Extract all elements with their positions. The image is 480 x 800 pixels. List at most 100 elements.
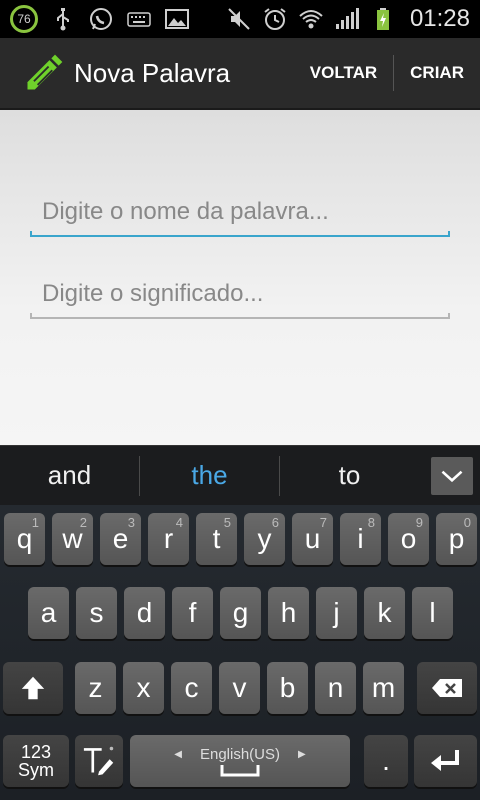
key-label: k <box>377 597 392 628</box>
wifi-icon <box>298 6 324 32</box>
suggestion-item-primary[interactable]: the <box>140 455 279 497</box>
text-tools-key[interactable] <box>75 735 123 787</box>
key-label: s <box>89 597 104 628</box>
key-hint: 6 <box>271 515 279 530</box>
key-label: o <box>400 523 417 554</box>
key-label: f <box>188 597 197 628</box>
key-label: t <box>212 523 221 554</box>
key-label: a <box>40 597 57 628</box>
key-f[interactable]: f <box>172 587 213 639</box>
meaning-underline <box>30 313 450 319</box>
key-q[interactable]: q1 <box>4 513 45 565</box>
key-hint: 8 <box>367 515 375 530</box>
key-label: r <box>163 523 174 554</box>
key-label: i <box>357 523 364 554</box>
enter-key[interactable] <box>414 735 477 787</box>
key-label: v <box>232 672 247 703</box>
key-hint: 7 <box>319 515 327 530</box>
language-label: English(US) <box>199 745 281 763</box>
key-label: h <box>280 597 297 628</box>
key-b[interactable]: b <box>267 662 308 714</box>
key-m[interactable]: m <box>363 662 404 714</box>
mute-icon <box>226 6 252 32</box>
chevron-down-icon <box>441 470 463 482</box>
key-a[interactable]: a <box>28 587 69 639</box>
key-hint: 2 <box>79 515 87 530</box>
key-v[interactable]: v <box>219 662 260 714</box>
text-edit-icon <box>83 746 114 776</box>
key-hint: 5 <box>223 515 231 530</box>
back-button[interactable]: VOLTAR <box>294 37 393 109</box>
clock: 01:28 <box>409 5 470 32</box>
key-label: x <box>136 672 151 703</box>
symbols-key[interactable]: 123 Sym <box>3 735 69 787</box>
status-bar: 76 01:28 <box>0 0 480 38</box>
key-label: l <box>429 597 436 628</box>
key-p[interactable]: p0 <box>436 513 477 565</box>
space-key[interactable]: ◀ English(US) ▶ <box>130 735 350 787</box>
key-z[interactable]: z <box>75 662 116 714</box>
suggestion-item[interactable]: to <box>280 455 419 497</box>
backspace-key[interactable] <box>417 662 477 714</box>
suggestion-bar: and the to <box>0 445 480 505</box>
pencil-icon <box>20 49 68 97</box>
meaning-input[interactable] <box>30 272 450 316</box>
symbols-key-top: 123 <box>20 742 52 762</box>
chevron-left-icon: ◀ <box>174 748 182 760</box>
key-i[interactable]: i8 <box>340 513 381 565</box>
key-label: u <box>304 523 321 554</box>
key-w[interactable]: w2 <box>52 513 93 565</box>
enter-icon <box>430 750 459 771</box>
word-name-field[interactable] <box>30 190 450 237</box>
key-u[interactable]: u7 <box>292 513 333 565</box>
form-area <box>0 110 480 445</box>
symbols-key-bottom: Sym <box>18 760 54 780</box>
key-c[interactable]: c <box>171 662 212 714</box>
key-label: j <box>333 597 340 628</box>
chevron-right-icon: ▶ <box>298 748 306 760</box>
key-hint: 3 <box>127 515 135 530</box>
key-h[interactable]: h <box>268 587 309 639</box>
alarm-icon <box>262 6 288 32</box>
key-x[interactable]: x <box>123 662 164 714</box>
battery-level: 76 <box>17 12 31 26</box>
key-r[interactable]: r4 <box>148 513 189 565</box>
usb-icon <box>50 6 76 32</box>
image-icon <box>164 6 190 32</box>
key-g[interactable]: g <box>220 587 261 639</box>
key-j[interactable]: j <box>316 587 357 639</box>
key-y[interactable]: y6 <box>244 513 285 565</box>
create-button[interactable]: CRIAR <box>394 37 480 109</box>
key-n[interactable]: n <box>315 662 356 714</box>
key-l[interactable]: l <box>412 587 453 639</box>
key-o[interactable]: o9 <box>388 513 429 565</box>
page-title: Nova Palavra <box>74 57 231 88</box>
suggestion-item[interactable]: and <box>0 455 139 497</box>
word-name-underline <box>30 231 450 237</box>
key-t[interactable]: t5 <box>196 513 237 565</box>
key-s[interactable]: s <box>76 587 117 639</box>
shift-arrow-icon <box>21 676 45 700</box>
key-label: y <box>257 523 272 554</box>
key-label: g <box>232 597 249 628</box>
key-k[interactable]: k <box>364 587 405 639</box>
keyboard: q1w2e3r4t5y6u7i8o9p0 asdfghjkl zxcvbnm 1… <box>0 505 480 800</box>
key-label: m <box>371 672 396 703</box>
signal-icon <box>334 6 360 32</box>
key-d[interactable]: d <box>124 587 165 639</box>
key-hint: 1 <box>31 515 39 530</box>
word-name-input[interactable] <box>30 190 450 234</box>
action-bar: Nova Palavra VOLTAR CRIAR <box>0 38 480 110</box>
key-hint: 0 <box>463 515 471 530</box>
key-hint: 4 <box>175 515 183 530</box>
collapse-suggestions-button[interactable] <box>431 456 473 495</box>
key-label: b <box>279 672 296 703</box>
key-label: e <box>112 523 129 554</box>
meaning-field[interactable] <box>30 272 450 319</box>
backspace-icon <box>432 679 462 697</box>
shift-key[interactable] <box>3 662 63 714</box>
period-key[interactable]: . <box>364 735 408 787</box>
whatsapp-icon <box>88 6 114 32</box>
keyboard-icon <box>126 6 152 32</box>
key-e[interactable]: e3 <box>100 513 141 565</box>
